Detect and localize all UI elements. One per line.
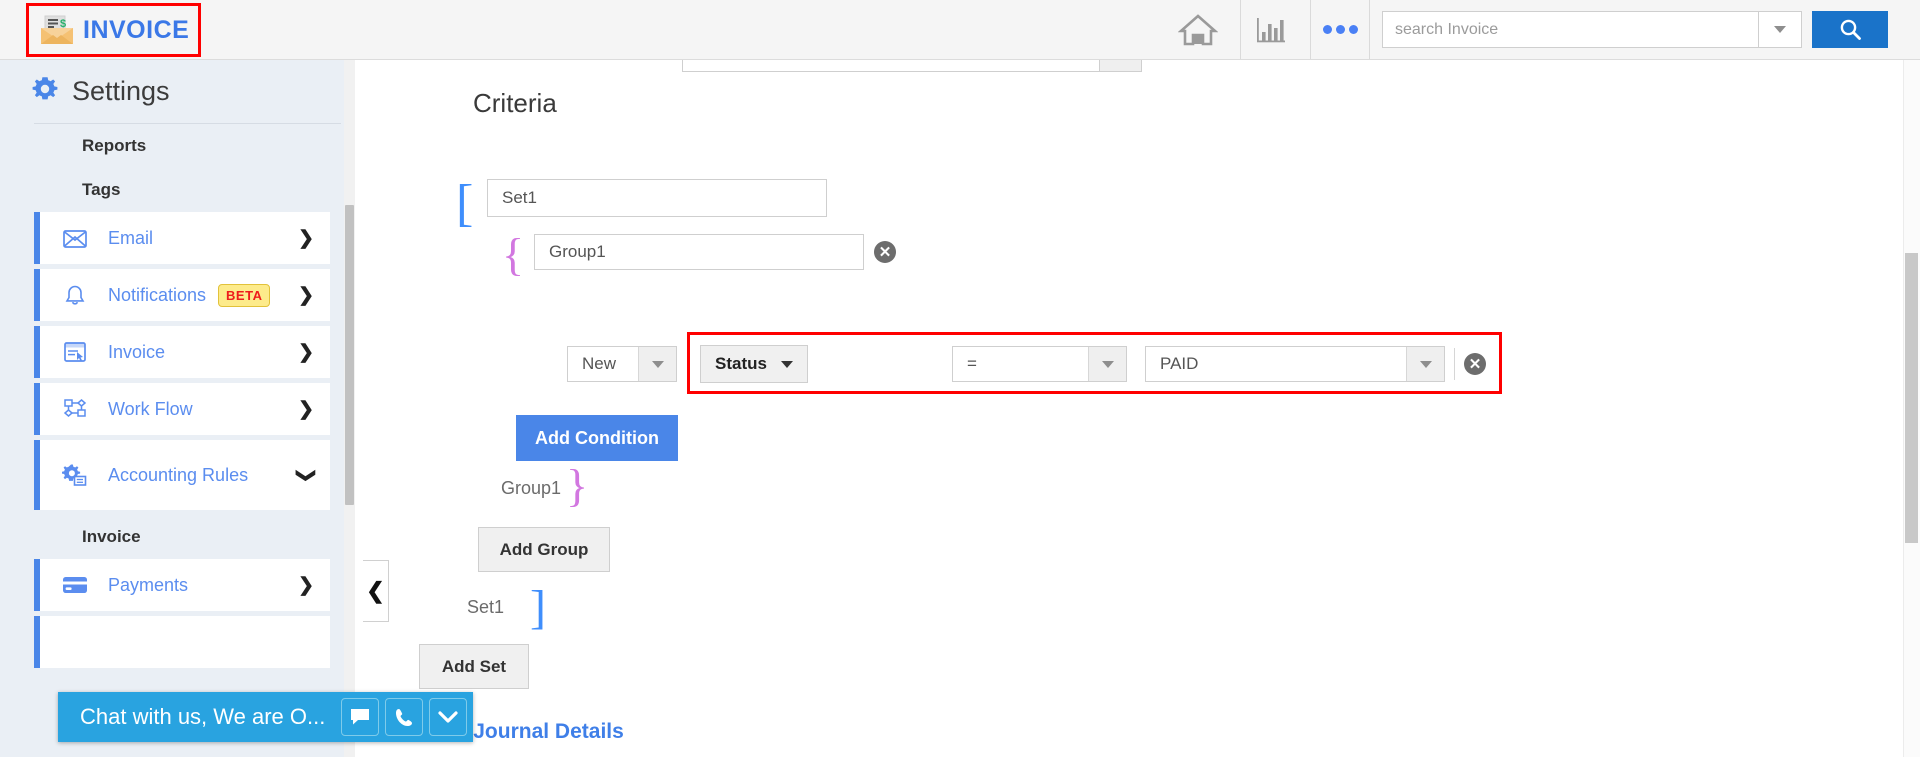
chevron-right-icon: ❯ <box>298 284 314 306</box>
bar-chart-icon[interactable] <box>1240 0 1300 59</box>
sidebar-item-notifications[interactable]: Notifications BETA ❯ <box>34 269 330 321</box>
criteria-heading: Criteria <box>473 88 557 118</box>
chat-bubble-icon[interactable] <box>341 698 380 736</box>
sidebar-header-settings[interactable]: Settings <box>0 60 355 123</box>
set-close-bracket: ] <box>530 581 546 634</box>
search-input[interactable] <box>1382 11 1758 48</box>
set-open-bracket: [ <box>456 175 474 232</box>
search-button[interactable] <box>1812 11 1888 48</box>
beta-badge: BETA <box>218 283 271 307</box>
sidebar-item-payments[interactable]: Payments ❯ <box>34 559 330 611</box>
chevron-down-icon: ❯ <box>295 467 317 483</box>
sidebar-item-label: Work Flow <box>108 398 193 419</box>
condition-logic-operator-select[interactable]: New <box>567 346 677 382</box>
sidebar-heading-tags: Tags <box>82 180 121 199</box>
bell-icon <box>60 284 90 307</box>
credit-card-icon <box>60 576 90 594</box>
sidebar-item-email[interactable]: Email ❯ <box>34 212 330 264</box>
sidebar-scrollbar-thumb[interactable] <box>345 205 354 505</box>
chevron-down-icon <box>1099 60 1141 71</box>
set-name-input[interactable] <box>487 179 827 217</box>
group-close-label: Group1 <box>501 478 562 498</box>
journal-details-section-header[interactable]: ❯ Journal Details <box>448 720 624 744</box>
set-close-label: Set1 <box>467 597 505 617</box>
group-close-bracket: } <box>566 460 589 511</box>
add-set-button[interactable]: Add Set <box>419 644 529 689</box>
condition-value-text: PAID <box>1160 354 1199 373</box>
condition-field-button[interactable]: Status <box>700 345 808 383</box>
remove-group-icon[interactable]: ✕ <box>874 241 896 263</box>
group-name-input[interactable] <box>534 234 864 270</box>
chevron-down-icon <box>1406 347 1444 381</box>
main-content: Criteria [ { ✕ New Status = PAID ✕ Add C… <box>382 60 1920 757</box>
search-area <box>1382 11 1802 48</box>
chevron-down-icon <box>638 347 676 381</box>
envelope-icon <box>60 228 90 248</box>
chevron-left-icon: ❮ <box>366 578 385 603</box>
chevron-right-icon: ❯ <box>298 398 314 420</box>
sidebar: Settings Reports Tags Email ❯ Notificati… <box>0 60 355 757</box>
dot <box>1322 25 1332 34</box>
chevron-right-icon: ❯ <box>298 341 314 363</box>
gear-doc-icon <box>60 463 90 487</box>
chevron-right-icon: ❯ <box>298 574 314 596</box>
condition-value-select[interactable]: PAID <box>1145 346 1445 382</box>
sidebar-item-label: Notifications <box>108 284 207 305</box>
condition-comparator-value: = <box>967 354 977 373</box>
sidebar-item-invoice[interactable]: Invoice ❯ <box>34 326 330 378</box>
journal-details-title: Journal Details <box>473 720 624 743</box>
remove-condition-icon[interactable]: ✕ <box>1464 353 1486 375</box>
divider <box>1454 348 1455 380</box>
dot <box>1335 25 1345 34</box>
condition-comparator-select[interactable]: = <box>952 346 1127 382</box>
sidebar-item-accounting-rules[interactable]: Accounting Rules ❯ <box>34 440 330 510</box>
search-dropdown-toggle[interactable] <box>1758 11 1802 48</box>
brand-logo[interactable]: $ INVOICE <box>26 3 201 57</box>
more-options-icon[interactable] <box>1310 0 1370 59</box>
sidebar-item-label: Payments <box>108 574 189 595</box>
gear-icon <box>30 74 60 109</box>
top-header-bar: $ INVOICE <box>0 0 1920 60</box>
workflow-nodes-icon <box>60 398 90 420</box>
sidebar-collapse-handle[interactable]: ❮ <box>363 560 389 622</box>
chevron-down-icon <box>1088 347 1126 381</box>
partial-dropdown-above[interactable] <box>682 60 1142 72</box>
home-icon[interactable] <box>1168 0 1228 59</box>
dot <box>1348 25 1358 34</box>
chevron-right-icon: ❯ <box>298 227 314 249</box>
condition-logic-operator-value: New <box>582 354 617 373</box>
chevron-down-icon[interactable] <box>429 698 468 736</box>
group-open-bracket: { <box>502 229 525 280</box>
sidebar-heading-invoice: Invoice <box>82 527 141 546</box>
add-group-button[interactable]: Add Group <box>478 527 610 572</box>
chat-widget-text: Chat with us, We are O... <box>80 704 326 729</box>
sidebar-title: Settings <box>72 76 170 106</box>
chevron-down-icon <box>1774 26 1786 33</box>
chevron-down-icon <box>780 360 793 368</box>
main-scrollbar-thumb[interactable] <box>1905 253 1918 543</box>
sidebar-item-next[interactable] <box>34 616 330 668</box>
sidebar-item-work-flow[interactable]: Work Flow ❯ <box>34 383 330 435</box>
sidebar-heading-reports: Reports <box>82 136 147 155</box>
sidebar-item-label: Invoice <box>108 341 166 362</box>
document-cursor-icon <box>60 341 90 363</box>
invoice-envelope-icon: $ <box>39 14 75 46</box>
phone-icon[interactable] <box>385 698 424 736</box>
sidebar-item-label: Accounting Rules <box>108 464 249 485</box>
search-icon <box>1840 19 1861 40</box>
condition-field-label: Status <box>715 354 767 373</box>
brand-title: INVOICE <box>83 15 190 44</box>
chat-widget[interactable]: Chat with us, We are O... <box>58 692 474 742</box>
add-condition-button[interactable]: Add Condition <box>516 415 678 461</box>
sidebar-item-label: Email <box>108 227 154 248</box>
